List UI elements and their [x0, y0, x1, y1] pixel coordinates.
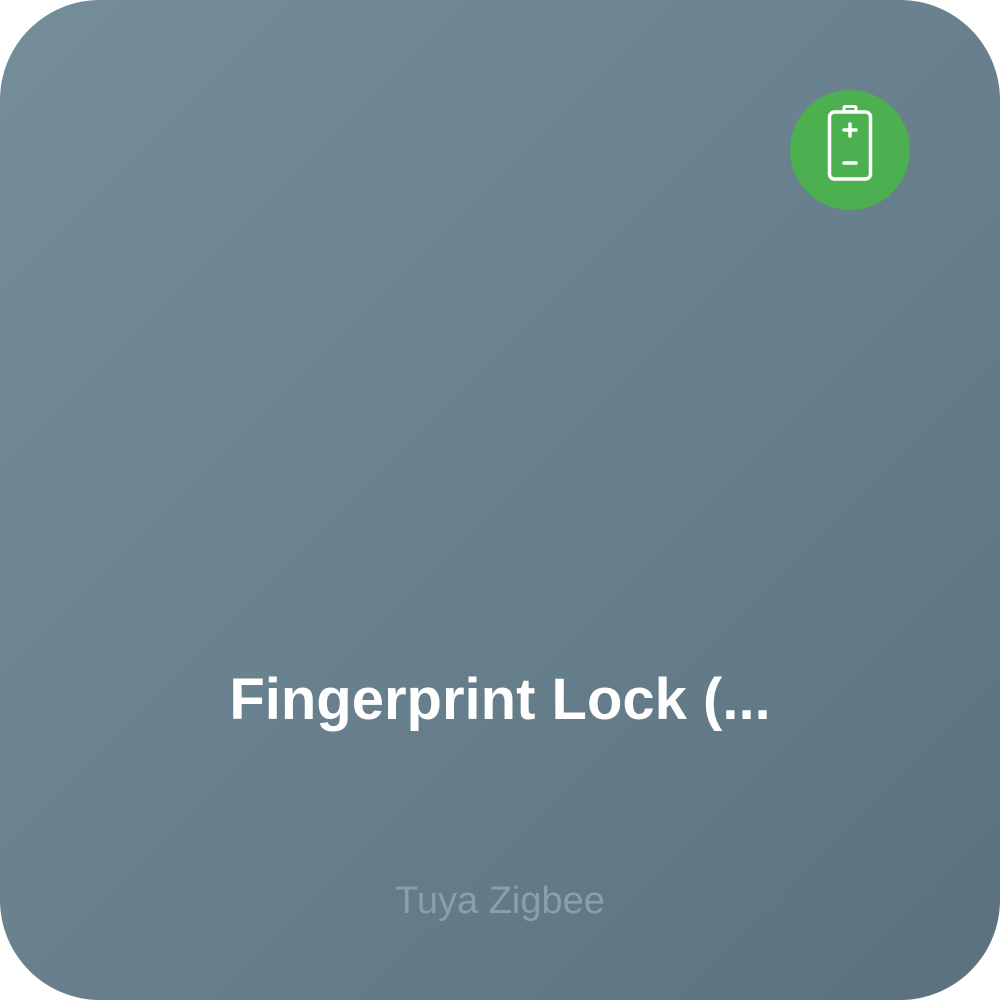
device-card[interactable]: Fingerprint Lock (... Tuya Zigbee [0, 0, 1000, 1000]
device-name: Fingerprint Lock (... [229, 667, 771, 732]
battery-icon [827, 105, 873, 181]
device-platform: Tuya Zigbee [395, 880, 605, 922]
battery-status-badge[interactable] [790, 90, 910, 210]
